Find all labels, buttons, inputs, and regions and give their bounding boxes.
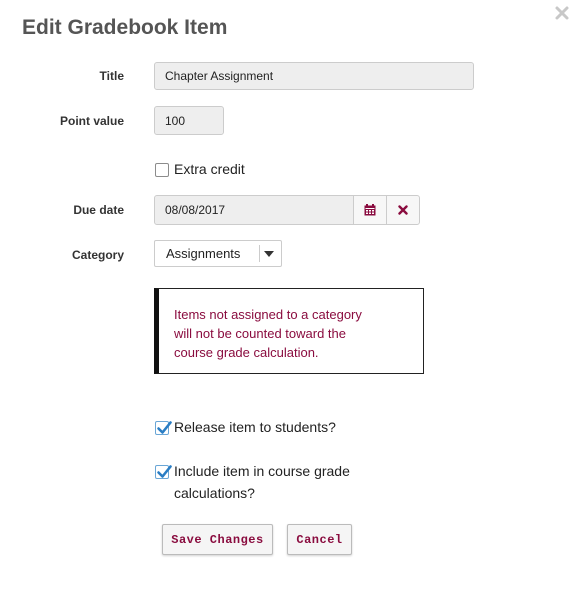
notice-line: Items not assigned to a category xyxy=(174,307,362,322)
category-notice: Items not assigned to a category will no… xyxy=(154,288,424,374)
extra-credit-label: Extra credit xyxy=(174,161,245,177)
chevron-down-icon xyxy=(264,251,274,257)
title-input[interactable] xyxy=(154,62,474,90)
checkmark-icon xyxy=(157,465,172,478)
extra-credit-checkbox[interactable] xyxy=(155,163,169,177)
include-grade-checkbox[interactable] xyxy=(155,465,172,479)
category-selected-value: Assignments xyxy=(166,246,241,261)
calendar-icon xyxy=(364,204,376,216)
notice-line: course grade calculation. xyxy=(174,345,319,360)
clear-x-icon xyxy=(398,205,408,215)
release-item-checkbox[interactable] xyxy=(155,421,172,435)
clear-date-button[interactable] xyxy=(386,195,420,225)
checkmark-icon xyxy=(157,421,172,434)
due-date-label: Due date xyxy=(73,203,124,217)
category-label: Category xyxy=(71,248,124,262)
category-select[interactable]: Assignments xyxy=(154,240,282,267)
close-icon xyxy=(555,6,569,20)
select-divider xyxy=(259,245,260,262)
save-changes-button[interactable]: Save Changes xyxy=(162,524,273,555)
point-value-input[interactable] xyxy=(154,106,224,135)
notice-line: will not be counted toward the xyxy=(174,326,346,341)
cancel-button[interactable]: Cancel xyxy=(287,524,352,555)
close-button[interactable] xyxy=(553,4,571,22)
include-grade-label-line1: Include item in course grade xyxy=(174,463,350,479)
calendar-button[interactable] xyxy=(353,195,387,225)
dialog-title: Edit Gradebook Item xyxy=(22,16,228,39)
release-item-label: Release item to students? xyxy=(174,419,336,435)
include-grade-label-line2: calculations? xyxy=(174,485,255,501)
title-label: Title xyxy=(99,69,124,83)
point-value-label: Point value xyxy=(59,114,124,128)
due-date-input[interactable] xyxy=(154,195,354,225)
